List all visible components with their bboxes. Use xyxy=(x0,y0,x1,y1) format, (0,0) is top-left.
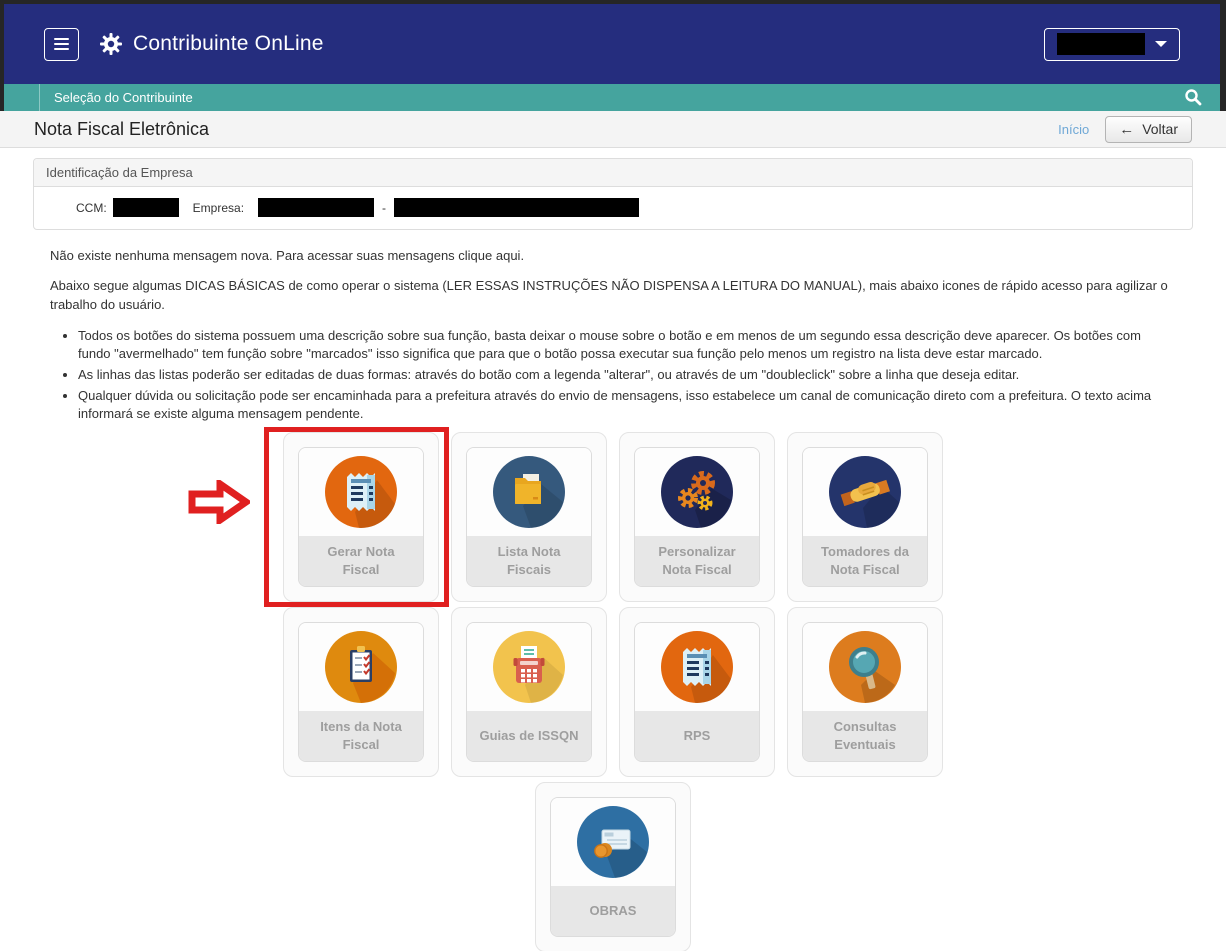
tip-item: Todos os botões do sistema possuem uma d… xyxy=(78,327,1176,363)
clipboard-checklist-icon xyxy=(325,631,397,703)
receipt-icon xyxy=(661,631,733,703)
page-title: Nota Fiscal Eletrônica xyxy=(34,119,209,140)
tile-guias-de-issqn[interactable]: Guias de ISSQN xyxy=(451,607,607,777)
tips-intro-text: Abaixo segue algumas DICAS BÁSICAS de co… xyxy=(50,277,1176,315)
no-new-message-text[interactable]: Não existe nenhuma mensagem nova. Para a… xyxy=(50,248,1176,263)
redacted-empresa-name xyxy=(258,198,374,217)
ccm-label: CCM: xyxy=(76,201,107,215)
search-icon[interactable] xyxy=(1184,88,1202,111)
tile-label: Consultas Eventuais xyxy=(813,718,917,753)
tile-label: Itens da Nota Fiscal xyxy=(309,718,413,753)
company-row: CCM: Empresa: - xyxy=(46,198,1180,217)
gears-icon xyxy=(661,456,733,528)
subbar-left-segment xyxy=(4,84,40,111)
separator: - xyxy=(382,201,386,215)
menu-button[interactable] xyxy=(44,28,79,61)
company-panel-title: Identificação da Empresa xyxy=(34,159,1192,187)
app-title: Contribuinte OnLine xyxy=(133,32,324,56)
magnifier-icon xyxy=(829,631,901,703)
tips-list: Todos os botões do sistema possuem uma d… xyxy=(78,327,1176,424)
tile-personalizar-nota-fiscal[interactable]: Personalizar Nota Fiscal xyxy=(619,432,775,602)
tile-itens-da-nota-fiscal[interactable]: Itens da Nota Fiscal xyxy=(283,607,439,777)
user-dropdown[interactable] xyxy=(1044,28,1180,61)
redacted-ccm-value xyxy=(113,198,179,217)
tile-obras[interactable]: OBRAS xyxy=(535,782,691,951)
folder-icon xyxy=(493,456,565,528)
contribuinte-bar: Seleção do Contribuinte xyxy=(4,84,1220,111)
calculator-icon xyxy=(493,631,565,703)
tile-tomadores-da-nota-fiscal[interactable]: Tomadores da Nota Fiscal xyxy=(787,432,943,602)
red-arrow-icon xyxy=(188,480,250,524)
voltar-button[interactable]: ← Voltar xyxy=(1105,116,1192,143)
tile-label: Lista Nota Fiscais xyxy=(477,543,581,578)
handshake-icon xyxy=(829,456,901,528)
voltar-label: Voltar xyxy=(1142,121,1178,137)
redacted-username xyxy=(1057,33,1145,55)
receipt-icon xyxy=(325,456,397,528)
app-brand: Contribuinte OnLine xyxy=(99,32,324,56)
company-panel: Identificação da Empresa CCM: Empresa: - xyxy=(33,158,1193,230)
tile-label: Guias de ISSQN xyxy=(480,727,579,745)
caret-down-icon xyxy=(1155,41,1167,47)
tip-item: Qualquer dúvida ou solicitação pode ser … xyxy=(78,387,1176,423)
redacted-empresa-razao xyxy=(394,198,639,217)
tile-gerar-nota-fiscal[interactable]: Gerar Nota Fiscal xyxy=(283,432,439,602)
empresa-label: Empresa: xyxy=(193,201,244,215)
window-frame: Contribuinte OnLine Seleção do Contribui… xyxy=(0,0,1226,111)
quick-access-tiles: Gerar Nota Fiscal xyxy=(0,432,1226,951)
tile-rps[interactable]: RPS xyxy=(619,607,775,777)
hamburger-icon xyxy=(54,38,69,40)
tile-lista-nota-fiscais[interactable]: Lista Nota Fiscais xyxy=(451,432,607,602)
tile-label: Tomadores da Nota Fiscal xyxy=(813,543,917,578)
tile-label: RPS xyxy=(684,727,711,745)
gear-icon xyxy=(99,32,123,56)
page-title-band: Nota Fiscal Eletrônica Início ← Voltar xyxy=(0,111,1226,148)
app-header: Contribuinte OnLine xyxy=(4,4,1220,84)
tile-consultas-eventuais[interactable]: Consultas Eventuais xyxy=(787,607,943,777)
inicio-link[interactable]: Início xyxy=(1058,122,1089,137)
tile-label: Personalizar Nota Fiscal xyxy=(645,543,749,578)
cheque-coins-icon xyxy=(577,806,649,878)
contribuinte-selection-link[interactable]: Seleção do Contribuinte xyxy=(54,90,193,105)
tip-item: As linhas das listas poderão ser editada… xyxy=(78,366,1176,384)
tile-label: OBRAS xyxy=(590,902,637,920)
tile-label: Gerar Nota Fiscal xyxy=(309,543,413,578)
back-arrow-icon: ← xyxy=(1119,122,1134,137)
